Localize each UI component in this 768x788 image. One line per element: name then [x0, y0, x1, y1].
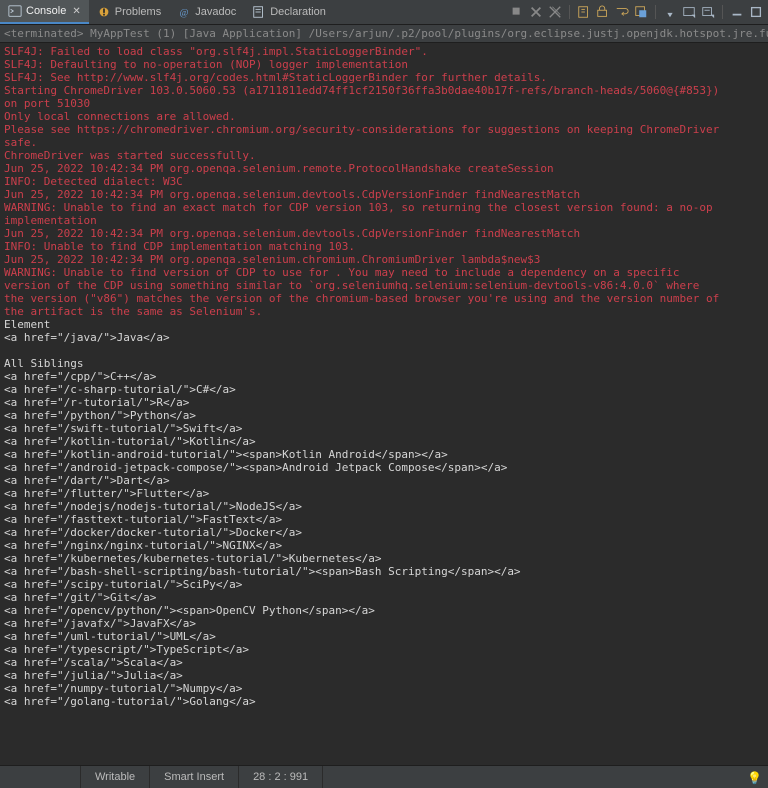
tab-label: Problems: [115, 6, 161, 18]
stderr-text: SLF4J: Failed to load class "org.slf4j.i…: [4, 45, 764, 318]
remove-launch-icon[interactable]: [528, 4, 544, 20]
scroll-lock-icon[interactable]: [595, 4, 611, 20]
clear-console-icon[interactable]: [576, 4, 592, 20]
tab-label: Console: [26, 5, 66, 17]
stdout-text: Element <a href="/java/">Java</a> All Si…: [4, 318, 764, 708]
status-bar: Writable Smart Insert 28 : 2 : 991 💡: [0, 765, 768, 788]
close-icon[interactable]: ✕: [72, 6, 80, 17]
javadoc-icon: @: [177, 5, 191, 19]
status-writable[interactable]: Writable: [81, 766, 150, 788]
remove-all-icon[interactable]: [547, 4, 563, 20]
tab-declaration[interactable]: Declaration: [244, 0, 334, 24]
pin-console-icon[interactable]: [662, 4, 678, 20]
views-tabbar: Console ✕ Problems @ Javadoc Declaration: [0, 0, 768, 25]
tip-bulb-icon[interactable]: 💡: [747, 771, 762, 785]
maximize-icon[interactable]: [748, 4, 764, 20]
problems-icon: [97, 5, 111, 19]
status-insert-mode[interactable]: Smart Insert: [150, 766, 239, 788]
svg-text:@: @: [180, 8, 189, 19]
console-output[interactable]: SLF4J: Failed to load class "org.slf4j.i…: [0, 43, 768, 765]
tab-console[interactable]: Console ✕: [0, 0, 89, 24]
console-toolbar: [505, 4, 768, 20]
status-cursor-pos[interactable]: 28 : 2 : 991: [239, 766, 323, 788]
open-console-icon[interactable]: [700, 4, 716, 20]
minimize-icon[interactable]: [729, 4, 745, 20]
word-wrap-icon[interactable]: [614, 4, 630, 20]
tab-label: Javadoc: [195, 6, 236, 18]
display-selected-icon[interactable]: [681, 4, 697, 20]
launch-header: <terminated> MyAppTest (1) [Java Applica…: [0, 25, 768, 43]
show-on-out-icon[interactable]: [633, 4, 649, 20]
console-icon: [8, 4, 22, 18]
tab-label: Declaration: [270, 6, 326, 18]
terminate-relaunch-icon[interactable]: [509, 4, 525, 20]
tab-javadoc[interactable]: @ Javadoc: [169, 0, 244, 24]
tab-problems[interactable]: Problems: [89, 0, 169, 24]
declaration-icon: [252, 5, 266, 19]
